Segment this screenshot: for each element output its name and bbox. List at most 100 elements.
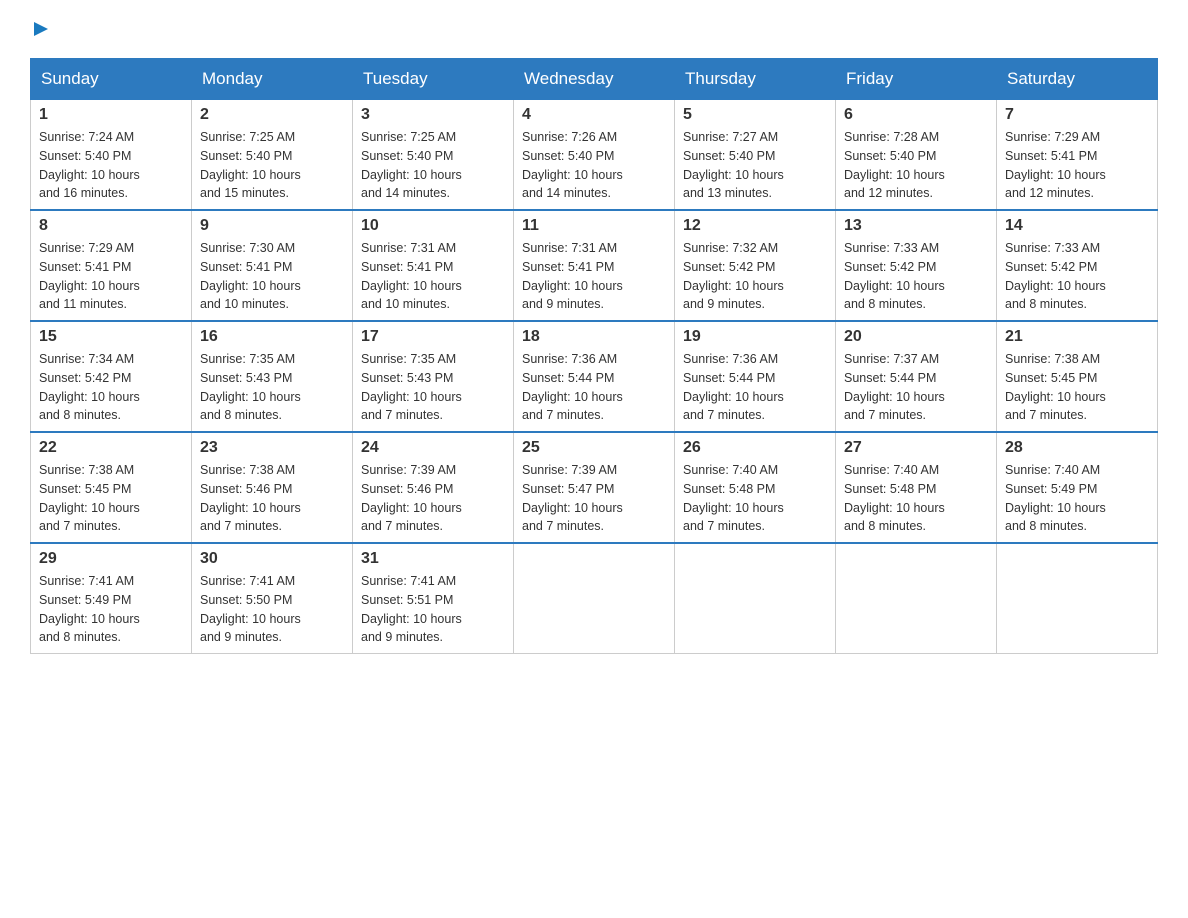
logo xyxy=(30,20,50,40)
day-info: Sunrise: 7:31 AM Sunset: 5:41 PM Dayligh… xyxy=(522,239,666,314)
day-number: 4 xyxy=(522,106,666,124)
day-info: Sunrise: 7:36 AM Sunset: 5:44 PM Dayligh… xyxy=(683,350,827,425)
day-info: Sunrise: 7:37 AM Sunset: 5:44 PM Dayligh… xyxy=(844,350,988,425)
day-number: 14 xyxy=(1005,217,1149,235)
day-number: 6 xyxy=(844,106,988,124)
day-number: 1 xyxy=(39,106,183,124)
day-number: 19 xyxy=(683,328,827,346)
day-info: Sunrise: 7:41 AM Sunset: 5:51 PM Dayligh… xyxy=(361,572,505,647)
calendar-cell: 7 Sunrise: 7:29 AM Sunset: 5:41 PM Dayli… xyxy=(997,100,1158,211)
calendar-cell: 12 Sunrise: 7:32 AM Sunset: 5:42 PM Dayl… xyxy=(675,210,836,321)
calendar-cell xyxy=(997,543,1158,654)
calendar-cell: 3 Sunrise: 7:25 AM Sunset: 5:40 PM Dayli… xyxy=(353,100,514,211)
day-number: 18 xyxy=(522,328,666,346)
day-number: 12 xyxy=(683,217,827,235)
day-info: Sunrise: 7:35 AM Sunset: 5:43 PM Dayligh… xyxy=(361,350,505,425)
day-number: 7 xyxy=(1005,106,1149,124)
day-info: Sunrise: 7:29 AM Sunset: 5:41 PM Dayligh… xyxy=(39,239,183,314)
calendar-cell: 21 Sunrise: 7:38 AM Sunset: 5:45 PM Dayl… xyxy=(997,321,1158,432)
calendar-cell: 26 Sunrise: 7:40 AM Sunset: 5:48 PM Dayl… xyxy=(675,432,836,543)
calendar-cell: 1 Sunrise: 7:24 AM Sunset: 5:40 PM Dayli… xyxy=(31,100,192,211)
weekday-header-sunday: Sunday xyxy=(31,59,192,100)
day-info: Sunrise: 7:25 AM Sunset: 5:40 PM Dayligh… xyxy=(361,128,505,203)
weekday-header-tuesday: Tuesday xyxy=(353,59,514,100)
day-number: 29 xyxy=(39,550,183,568)
day-number: 26 xyxy=(683,439,827,457)
calendar-cell: 13 Sunrise: 7:33 AM Sunset: 5:42 PM Dayl… xyxy=(836,210,997,321)
calendar-cell: 29 Sunrise: 7:41 AM Sunset: 5:49 PM Dayl… xyxy=(31,543,192,654)
day-number: 23 xyxy=(200,439,344,457)
day-info: Sunrise: 7:34 AM Sunset: 5:42 PM Dayligh… xyxy=(39,350,183,425)
calendar-cell: 9 Sunrise: 7:30 AM Sunset: 5:41 PM Dayli… xyxy=(192,210,353,321)
calendar-cell: 31 Sunrise: 7:41 AM Sunset: 5:51 PM Dayl… xyxy=(353,543,514,654)
day-info: Sunrise: 7:26 AM Sunset: 5:40 PM Dayligh… xyxy=(522,128,666,203)
day-number: 24 xyxy=(361,439,505,457)
calendar-cell: 15 Sunrise: 7:34 AM Sunset: 5:42 PM Dayl… xyxy=(31,321,192,432)
calendar-cell: 17 Sunrise: 7:35 AM Sunset: 5:43 PM Dayl… xyxy=(353,321,514,432)
calendar-cell: 4 Sunrise: 7:26 AM Sunset: 5:40 PM Dayli… xyxy=(514,100,675,211)
day-info: Sunrise: 7:32 AM Sunset: 5:42 PM Dayligh… xyxy=(683,239,827,314)
calendar-cell: 19 Sunrise: 7:36 AM Sunset: 5:44 PM Dayl… xyxy=(675,321,836,432)
day-number: 9 xyxy=(200,217,344,235)
day-number: 25 xyxy=(522,439,666,457)
calendar-cell: 25 Sunrise: 7:39 AM Sunset: 5:47 PM Dayl… xyxy=(514,432,675,543)
day-info: Sunrise: 7:28 AM Sunset: 5:40 PM Dayligh… xyxy=(844,128,988,203)
calendar-cell: 6 Sunrise: 7:28 AM Sunset: 5:40 PM Dayli… xyxy=(836,100,997,211)
calendar-cell: 23 Sunrise: 7:38 AM Sunset: 5:46 PM Dayl… xyxy=(192,432,353,543)
day-number: 13 xyxy=(844,217,988,235)
day-info: Sunrise: 7:33 AM Sunset: 5:42 PM Dayligh… xyxy=(1005,239,1149,314)
day-number: 31 xyxy=(361,550,505,568)
calendar-cell: 2 Sunrise: 7:25 AM Sunset: 5:40 PM Dayli… xyxy=(192,100,353,211)
day-info: Sunrise: 7:40 AM Sunset: 5:48 PM Dayligh… xyxy=(683,461,827,536)
calendar-cell: 27 Sunrise: 7:40 AM Sunset: 5:48 PM Dayl… xyxy=(836,432,997,543)
day-info: Sunrise: 7:24 AM Sunset: 5:40 PM Dayligh… xyxy=(39,128,183,203)
day-info: Sunrise: 7:29 AM Sunset: 5:41 PM Dayligh… xyxy=(1005,128,1149,203)
day-info: Sunrise: 7:40 AM Sunset: 5:48 PM Dayligh… xyxy=(844,461,988,536)
calendar-cell xyxy=(514,543,675,654)
calendar-cell xyxy=(675,543,836,654)
day-info: Sunrise: 7:40 AM Sunset: 5:49 PM Dayligh… xyxy=(1005,461,1149,536)
calendar-cell: 5 Sunrise: 7:27 AM Sunset: 5:40 PM Dayli… xyxy=(675,100,836,211)
calendar-cell: 22 Sunrise: 7:38 AM Sunset: 5:45 PM Dayl… xyxy=(31,432,192,543)
day-number: 17 xyxy=(361,328,505,346)
day-info: Sunrise: 7:31 AM Sunset: 5:41 PM Dayligh… xyxy=(361,239,505,314)
day-number: 30 xyxy=(200,550,344,568)
day-number: 15 xyxy=(39,328,183,346)
calendar-cell: 14 Sunrise: 7:33 AM Sunset: 5:42 PM Dayl… xyxy=(997,210,1158,321)
day-number: 20 xyxy=(844,328,988,346)
day-number: 10 xyxy=(361,217,505,235)
day-info: Sunrise: 7:38 AM Sunset: 5:45 PM Dayligh… xyxy=(1005,350,1149,425)
day-number: 11 xyxy=(522,217,666,235)
calendar-cell: 16 Sunrise: 7:35 AM Sunset: 5:43 PM Dayl… xyxy=(192,321,353,432)
day-number: 22 xyxy=(39,439,183,457)
day-number: 27 xyxy=(844,439,988,457)
calendar-cell: 28 Sunrise: 7:40 AM Sunset: 5:49 PM Dayl… xyxy=(997,432,1158,543)
day-info: Sunrise: 7:39 AM Sunset: 5:47 PM Dayligh… xyxy=(522,461,666,536)
calendar-cell: 11 Sunrise: 7:31 AM Sunset: 5:41 PM Dayl… xyxy=(514,210,675,321)
weekday-header-wednesday: Wednesday xyxy=(514,59,675,100)
day-number: 3 xyxy=(361,106,505,124)
weekday-header-monday: Monday xyxy=(192,59,353,100)
day-number: 8 xyxy=(39,217,183,235)
page-header xyxy=(30,20,1158,40)
day-info: Sunrise: 7:33 AM Sunset: 5:42 PM Dayligh… xyxy=(844,239,988,314)
day-number: 2 xyxy=(200,106,344,124)
day-info: Sunrise: 7:38 AM Sunset: 5:46 PM Dayligh… xyxy=(200,461,344,536)
day-number: 21 xyxy=(1005,328,1149,346)
day-info: Sunrise: 7:30 AM Sunset: 5:41 PM Dayligh… xyxy=(200,239,344,314)
day-info: Sunrise: 7:25 AM Sunset: 5:40 PM Dayligh… xyxy=(200,128,344,203)
calendar-cell xyxy=(836,543,997,654)
calendar-table: SundayMondayTuesdayWednesdayThursdayFrid… xyxy=(30,58,1158,654)
day-info: Sunrise: 7:41 AM Sunset: 5:50 PM Dayligh… xyxy=(200,572,344,647)
calendar-cell: 18 Sunrise: 7:36 AM Sunset: 5:44 PM Dayl… xyxy=(514,321,675,432)
weekday-header-thursday: Thursday xyxy=(675,59,836,100)
day-number: 16 xyxy=(200,328,344,346)
calendar-cell: 10 Sunrise: 7:31 AM Sunset: 5:41 PM Dayl… xyxy=(353,210,514,321)
logo-arrow-icon xyxy=(32,20,50,38)
day-info: Sunrise: 7:39 AM Sunset: 5:46 PM Dayligh… xyxy=(361,461,505,536)
weekday-header-friday: Friday xyxy=(836,59,997,100)
weekday-header-saturday: Saturday xyxy=(997,59,1158,100)
day-info: Sunrise: 7:41 AM Sunset: 5:49 PM Dayligh… xyxy=(39,572,183,647)
calendar-cell: 20 Sunrise: 7:37 AM Sunset: 5:44 PM Dayl… xyxy=(836,321,997,432)
day-info: Sunrise: 7:38 AM Sunset: 5:45 PM Dayligh… xyxy=(39,461,183,536)
